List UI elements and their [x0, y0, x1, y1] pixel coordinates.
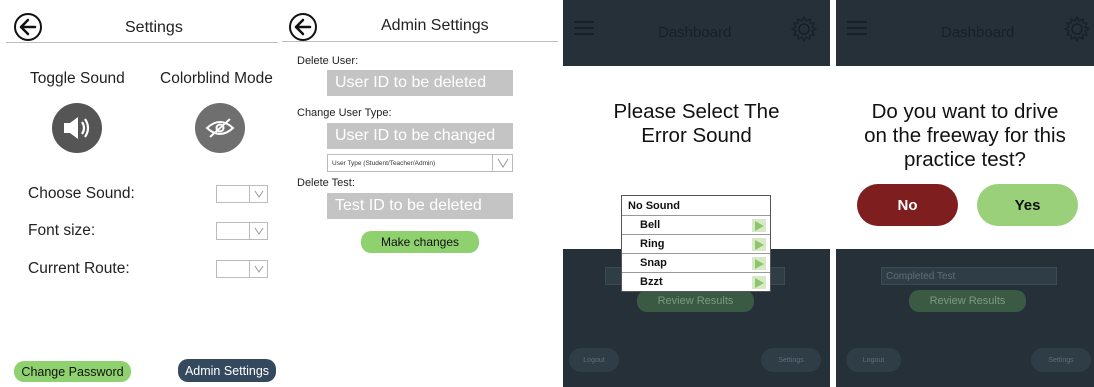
change-password-button[interactable]: Change Password	[14, 361, 131, 382]
app-header: Dashboard	[563, 0, 830, 64]
sound-option[interactable]: Bell	[622, 215, 770, 234]
play-icon[interactable]	[752, 257, 766, 270]
change-user-type-label: Change User Type:	[297, 107, 392, 119]
settings-panel: Settings Toggle Sound Colorblind Mode Ch…	[0, 0, 282, 387]
chevron-down-icon	[249, 261, 267, 277]
review-results-button[interactable]: Review Results	[909, 290, 1026, 312]
choose-sound-label: Choose Sound:	[28, 185, 135, 202]
logout-button[interactable]: Logout	[569, 348, 619, 372]
play-icon[interactable]	[752, 238, 766, 251]
chevron-down-icon	[249, 223, 267, 239]
sound-option[interactable]: No Sound	[622, 196, 770, 215]
toggle-sound-label: Toggle Sound	[30, 70, 125, 87]
user-type-option: User Type (Student/Teacher/Admin)	[332, 159, 436, 167]
eye-slash-icon[interactable]	[195, 103, 245, 153]
header-title: Dashboard	[941, 24, 1015, 41]
dashboard-freeway-panel: Dashboard Do you want to drive on the fr…	[836, 0, 1094, 387]
prompt-line-1: Do you want to drive	[871, 100, 1059, 123]
review-results-button[interactable]: Review Results	[637, 290, 754, 312]
dashboard-sound-panel: Dashboard Please Select The Error Sound …	[563, 0, 830, 387]
choose-sound-dropdown[interactable]	[216, 185, 268, 203]
current-route-dropdown[interactable]	[216, 260, 268, 278]
prompt-line-3: practice test?	[904, 148, 1026, 171]
page-title: Settings	[125, 19, 183, 36]
app-header: Dashboard	[836, 0, 1094, 64]
page-title: Admin Settings	[381, 17, 489, 34]
freeway-prompt-overlay: Do you want to drive on the freeway for …	[836, 66, 1094, 249]
chevron-down-icon	[249, 186, 267, 202]
header-divider	[6, 42, 278, 43]
back-arrow-icon[interactable]	[289, 13, 317, 41]
admin-settings-button[interactable]: Admin Settings	[178, 359, 276, 382]
settings-button[interactable]: Settings	[1031, 348, 1091, 372]
delete-test-input[interactable]: Test ID to be deleted	[327, 193, 513, 219]
font-size-dropdown[interactable]	[216, 222, 268, 240]
delete-user-input[interactable]: User ID to be deleted	[327, 70, 513, 96]
play-icon[interactable]	[752, 219, 766, 232]
colorblind-mode-label: Colorblind Mode	[160, 70, 273, 87]
user-type-select[interactable]: User Type (Student/Teacher/Admin)	[327, 154, 513, 172]
admin-settings-panel: Admin Settings Delete User: User ID to b…	[282, 0, 558, 387]
hamburger-icon[interactable]	[574, 20, 594, 41]
prompt-line-2: on the freeway for this	[864, 124, 1066, 147]
settings-button[interactable]: Settings	[761, 348, 821, 372]
play-icon[interactable]	[752, 276, 766, 289]
hamburger-icon[interactable]	[847, 20, 867, 41]
logout-button[interactable]: Logout	[846, 348, 901, 372]
prompt-line-1: Please Select The	[613, 100, 780, 123]
make-changes-button[interactable]: Make changes	[361, 231, 479, 253]
back-arrow-icon[interactable]	[14, 13, 42, 41]
sound-option[interactable]: Ring	[622, 234, 770, 253]
sound-option[interactable]: Snap	[622, 253, 770, 272]
prompt-line-2: Error Sound	[641, 124, 752, 147]
completed-test-select: Completed Test	[881, 267, 1057, 285]
current-route-label: Current Route:	[28, 260, 130, 277]
sound-list: No Sound Bell Ring Snap Bzzt	[621, 195, 771, 292]
header-title: Dashboard	[658, 24, 732, 41]
header-divider	[282, 41, 558, 42]
no-button[interactable]: No	[857, 184, 958, 226]
delete-test-label: Delete Test:	[297, 177, 355, 189]
change-user-input[interactable]: User ID to be changed	[327, 123, 513, 149]
gear-icon[interactable]	[1063, 15, 1091, 47]
yes-button[interactable]: Yes	[977, 184, 1078, 226]
delete-user-label: Delete User:	[297, 55, 359, 67]
gear-icon[interactable]	[790, 15, 818, 47]
speaker-icon[interactable]	[52, 103, 102, 153]
chevron-down-icon	[492, 155, 512, 171]
sound-option[interactable]: Bzzt	[622, 272, 770, 291]
font-size-label: Font size:	[28, 222, 96, 239]
